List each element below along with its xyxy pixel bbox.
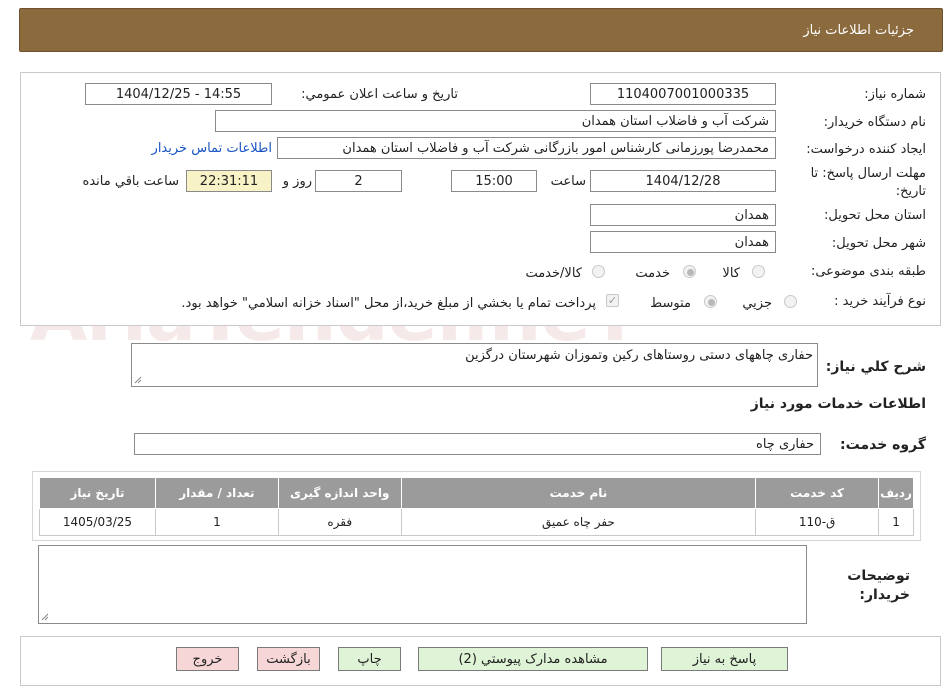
category-radio-goods[interactable]: [752, 265, 765, 278]
column-header: تاريخ نياز: [39, 477, 156, 509]
table-cell: فقره: [277, 508, 402, 536]
column-header: واحد اندازه گيری: [277, 477, 402, 509]
category-option-service: خدمت: [635, 266, 670, 281]
page-title: جزئیات اطلاعات نیاز: [803, 22, 914, 38]
column-header: نام خدمت: [400, 477, 757, 509]
province-field: همدان: [590, 204, 776, 226]
deadline-date-field: 1404/12/28: [590, 170, 776, 192]
process-option-minor: جزيي: [742, 296, 772, 311]
announce-date-label: تاریخ و ساعت اعلان عمومي:: [301, 87, 458, 102]
creator-label: ايجاد کننده درخواست:: [806, 142, 926, 157]
services-section-title: اطلاعات خدمات مورد نياز: [750, 396, 926, 412]
services-table: رديف کد خدمت نام خدمت واحد اندازه گيری ت…: [39, 477, 914, 536]
description-label: شرح کلي نياز:: [825, 359, 926, 375]
buyer-notes-textarea[interactable]: [38, 545, 807, 624]
process-radio-minor[interactable]: [784, 295, 797, 308]
resize-grip-icon[interactable]: [134, 376, 142, 384]
remaining-label: ساعت باقي مانده: [82, 174, 179, 189]
category-radio-service[interactable]: [683, 265, 696, 278]
process-option-medium: متوسط: [650, 296, 691, 311]
table-cell: 1405/03/25: [39, 508, 156, 536]
deadline-time-label: ساعت: [550, 174, 586, 189]
reply-button[interactable]: پاسخ به نياز: [661, 647, 788, 671]
deadline-label-date: تاريخ:: [895, 184, 926, 199]
table-row: 1 ق-110 حفر چاه عميق فقره 1 1405/03/25: [39, 508, 914, 536]
city-field: همدان: [590, 231, 776, 253]
column-header: کد خدمت: [755, 477, 880, 509]
process-label: نوع فرآيند خريد :: [834, 294, 926, 309]
deadline-time-field: 15:00: [451, 170, 537, 192]
category-label: طبقه بندی موضوعی:: [810, 264, 926, 279]
buyer-notes-label-2: خريدار:: [859, 587, 910, 603]
creator-field: محمدرضا پورزمانی کارشناس امور بازرگانی ش…: [277, 137, 776, 159]
table-cell: 1: [878, 508, 914, 536]
category-option-goods: کالا: [722, 266, 740, 281]
column-header: رديف: [878, 477, 914, 509]
announce-date-field: 1404/12/25 - 14:55: [85, 83, 272, 105]
table-cell: 1: [154, 508, 279, 536]
buyer-notes-label: توضيحات: [847, 568, 910, 584]
view-documents-button[interactable]: مشاهده مدارک پيوستي (2): [418, 647, 648, 671]
buyer-org-field: شرکت آب و فاضلاب استان همدان: [215, 110, 776, 132]
days-field: 2: [315, 170, 402, 192]
table-cell: ق-110: [755, 508, 880, 536]
days-label: روز و: [282, 174, 312, 189]
exit-button[interactable]: خروج: [176, 647, 239, 671]
process-radio-medium[interactable]: [704, 295, 717, 308]
need-number-field: 1104007001000335: [590, 83, 776, 105]
province-label: استان محل تحويل:: [824, 208, 926, 223]
category-option-both: کالا/خدمت: [525, 266, 582, 281]
description-text: حفاری چاههای دستی روستاهای رکین وتموزان …: [465, 348, 813, 363]
category-radio-both[interactable]: [592, 265, 605, 278]
back-button[interactable]: بازگشت: [257, 647, 320, 671]
services-table-wrap: رديف کد خدمت نام خدمت واحد اندازه گيری ت…: [39, 477, 914, 536]
need-number-label: شماره نیاز:: [864, 87, 926, 102]
table-cell: حفر چاه عميق: [400, 508, 757, 536]
print-button[interactable]: چاپ: [338, 647, 401, 671]
treasury-checkbox[interactable]: ✓: [606, 294, 619, 307]
service-group-field: حفاری چاه: [134, 433, 821, 455]
resize-grip-icon[interactable]: [41, 613, 49, 621]
payment-note: پرداخت تمام يا بخشي از مبلغ خريد،از محل …: [181, 296, 596, 311]
description-textarea[interactable]: حفاری چاههای دستی روستاهای رکین وتموزان …: [131, 343, 818, 387]
table-header-row: رديف کد خدمت نام خدمت واحد اندازه گيری ت…: [39, 477, 914, 509]
column-header: تعداد / مقدار: [154, 477, 279, 509]
deadline-label: مهلت ارسال پاسخ: تا: [810, 166, 926, 181]
remaining-time-field: 22:31:11: [186, 170, 272, 192]
service-group-label: گروه خدمت:: [840, 437, 926, 453]
page-header: جزئیات اطلاعات نیاز: [19, 8, 943, 52]
buyer-contact-link[interactable]: اطلاعات تماس خريدار: [152, 141, 272, 156]
buyer-org-label: نام دستگاه خريدار:: [823, 115, 926, 130]
city-label: شهر محل تحويل:: [831, 236, 926, 251]
